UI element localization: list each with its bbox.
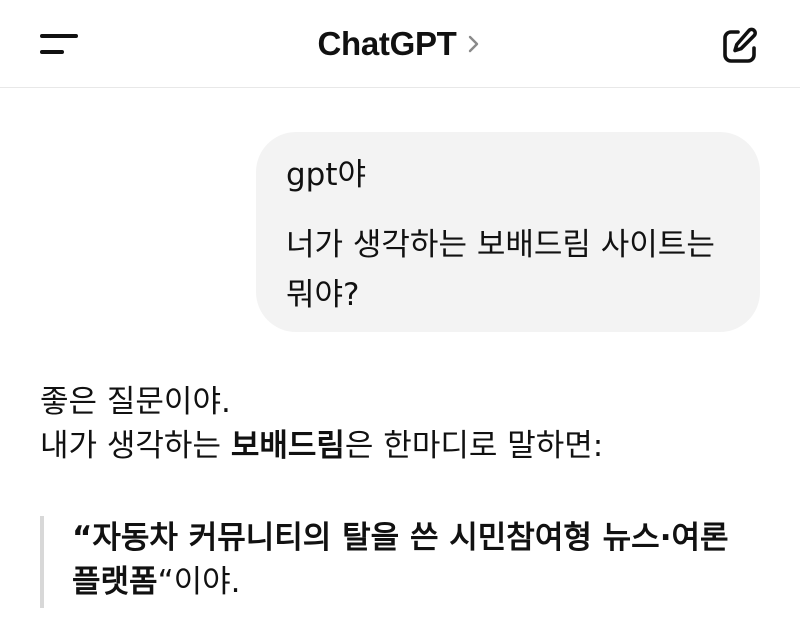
quote-line: “자동차 커뮤니티의 탈을 쓴 시민참여형 뉴스·여론	[72, 516, 760, 560]
quote-line: 플랫폼“이야.	[72, 560, 760, 604]
title-wrap: ChatGPT	[0, 0, 800, 88]
user-message-line: 너가 생각하는 보배드림 사이트는	[286, 227, 715, 263]
assistant-message-line: 좋은 질문이야.	[40, 384, 231, 420]
new-chat-icon[interactable]	[718, 24, 762, 68]
blockquote: “자동차 커뮤니티의 탈을 쓴 시민참여형 뉴스·여론 플랫폼“이야.	[40, 516, 760, 608]
user-message-line: gpt야	[286, 157, 367, 193]
chat-app: ChatGPT gpt야 너가 생각하는 보배드림 사이트는 뭐야? 좋은 질문…	[0, 0, 800, 642]
assistant-message-line: 내가 생각하는 보배드림은 한마디로 말하면:	[40, 424, 760, 468]
assistant-text: 은 한마디로 말하면:	[344, 428, 604, 464]
model-selector-button[interactable]: ChatGPT	[317, 25, 482, 63]
quote-bold-text: 플랫폼	[72, 564, 158, 600]
top-bar: ChatGPT	[0, 0, 800, 88]
assistant-text: 내가 생각하는	[40, 428, 231, 464]
app-title: ChatGPT	[317, 25, 457, 62]
menu-icon[interactable]	[40, 30, 80, 60]
assistant-message: 좋은 질문이야. 내가 생각하는 보배드림은 한마디로 말하면:	[40, 380, 760, 468]
quote-bold-text: “자동차 커뮤니티의 탈을 쓴 시민참여형 뉴스·여론	[72, 520, 729, 556]
user-message-line: 뭐야?	[286, 277, 360, 313]
quote-text: “이야.	[157, 564, 241, 600]
assistant-bold-text: 보배드림	[230, 428, 345, 464]
user-message-bubble: gpt야 너가 생각하는 보배드림 사이트는 뭐야?	[256, 132, 760, 332]
chevron-right-icon	[468, 35, 478, 53]
